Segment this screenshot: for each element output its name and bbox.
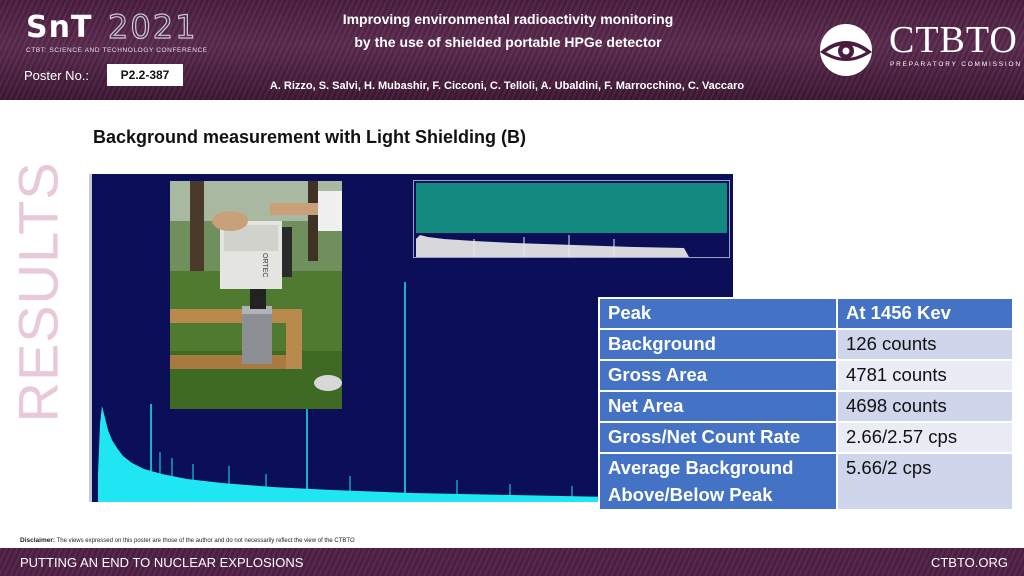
footer-website-link[interactable]: CTBTO.ORG	[931, 555, 1008, 570]
table-key-line1: Average Background	[608, 457, 794, 478]
table-key-cell: Gross Area	[598, 359, 838, 392]
ctbto-logo-text: CTBTO	[889, 19, 1018, 61]
disclaimer-text: The views expressed on this poster are t…	[56, 538, 355, 544]
table-value-cell: 2.66/2.57 cps	[836, 421, 1014, 454]
ctbto-eye-icon	[820, 24, 872, 76]
header-banner: SnT 2021 CTBT: SCIENCE AND TECHNOLOGY CO…	[0, 0, 1024, 100]
footer-bar: PUTTING AN END TO NUCLEAR EXPLOSIONS CTB…	[0, 548, 1024, 576]
snt-logo: SnT	[26, 10, 93, 45]
table-key-cell: Average Background Above/Below Peak	[598, 452, 838, 511]
table-row: Background 126 counts	[598, 328, 1014, 361]
table-value-cell: 5.66/2 cps	[836, 452, 1014, 511]
detector-brand-label: ORTEC	[261, 253, 268, 277]
table-row: Peak At 1456 Kev	[598, 297, 1014, 330]
snt-logo-subtitle: CTBT: SCIENCE AND TECHNOLOGY CONFERENCE	[26, 47, 208, 54]
authors-line: A. Rizzo, S. Salvi, H. Mubashir, F. Cicc…	[269, 80, 745, 92]
results-side-label: RESULTS	[6, 161, 70, 423]
detector-field-photo: ORTEC	[170, 181, 342, 409]
table-key-cell: Background	[598, 328, 838, 361]
poster-title-line1: Improving environmental radioactivity mo…	[342, 11, 674, 27]
table-value-cell: At 1456 Kev	[836, 297, 1014, 330]
poster-title-line2: by the use of shielded portable HPGe det…	[354, 34, 662, 50]
table-value-cell: 4781 counts	[836, 359, 1014, 392]
poster-number-badge: P2.2-387	[107, 64, 183, 86]
poster-number-label: Poster No.:	[24, 68, 90, 83]
table-key-line2: Above/Below Peak	[608, 483, 773, 505]
poster-title: Improving environmental radioactivity mo…	[290, 8, 726, 54]
disclaimer-label: Disclaimer:	[20, 537, 56, 544]
detector-photo-illustration: ORTEC	[170, 181, 342, 409]
disclaimer: Disclaimer: The views expressed on this …	[20, 537, 355, 544]
table-key-cell: Net Area	[598, 390, 838, 423]
table-row: Gross Area 4781 counts	[598, 359, 1014, 392]
section-title: Background measurement with Light Shield…	[93, 127, 527, 147]
table-key-cell: Gross/Net Count Rate	[598, 421, 838, 454]
table-value-cell: 4698 counts	[836, 390, 1014, 423]
spectrum-overview-inset	[413, 180, 730, 258]
footer-slogan: PUTTING AN END TO NUCLEAR EXPLOSIONS	[20, 555, 304, 570]
table-key-cell: Peak	[598, 297, 838, 330]
table-row: Average Background Above/Below Peak 5.66…	[598, 452, 1014, 511]
ctbto-logo-subtitle: PREPARATORY COMMISSION	[890, 61, 1022, 68]
table-value-cell: 126 counts	[836, 328, 1014, 361]
inset-spectrum-trace	[416, 235, 689, 257]
table-row: Net Area 4698 counts	[598, 390, 1014, 423]
snt-logo-year: 2021	[107, 7, 198, 46]
peak-results-table: Peak At 1456 Kev Background 126 counts G…	[598, 297, 1014, 511]
table-row: Gross/Net Count Rate 2.66/2.57 cps	[598, 421, 1014, 454]
